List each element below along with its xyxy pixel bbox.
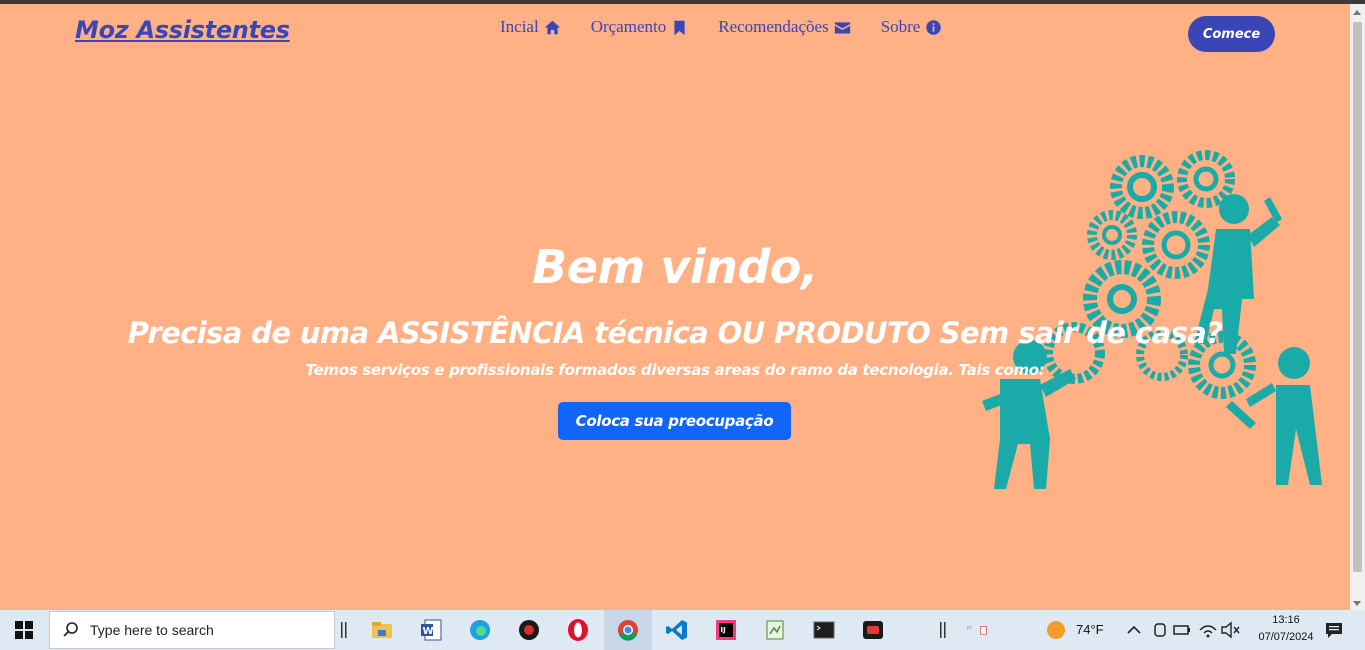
- nav-item-label: Incial: [500, 17, 539, 36]
- nav-item-inicial[interactable]: Incial: [500, 17, 561, 37]
- clock-date[interactable]: 07/07/2024: [1246, 631, 1326, 643]
- vertical-scrollbar[interactable]: [1350, 4, 1365, 610]
- wifi-icon[interactable]: [1196, 616, 1220, 644]
- taskbar-search-box[interactable]: Type here to search: [49, 611, 335, 649]
- start-button[interactable]: Comece: [1188, 16, 1275, 52]
- weather-temperature[interactable]: 74°F: [1076, 622, 1104, 637]
- pinned-tray-icons[interactable]: PT: [958, 616, 998, 644]
- terminal-icon[interactable]: [810, 616, 838, 644]
- scroll-down-arrow-icon[interactable]: [1353, 601, 1361, 606]
- clock-time[interactable]: 13:16: [1263, 614, 1309, 626]
- edge-icon[interactable]: [466, 616, 494, 644]
- meet-now-icon[interactable]: [1148, 616, 1172, 644]
- intellij-icon[interactable]: IJ: [712, 616, 740, 644]
- web-page: Moz Assistentes Incial Orçamento Recomen…: [0, 4, 1350, 610]
- scrollbar-thumb[interactable]: [1353, 22, 1362, 572]
- hero-title: Bem vindo,: [532, 240, 818, 294]
- windows-logo-icon: [15, 621, 33, 639]
- vscode-icon[interactable]: [663, 616, 691, 644]
- chevron-up-icon[interactable]: [1122, 616, 1146, 644]
- bookmark-icon: [674, 20, 685, 35]
- notepad-icon[interactable]: [761, 616, 789, 644]
- nav-item-label: Recomendações: [718, 17, 829, 36]
- info-circle-icon: [926, 19, 942, 35]
- nav-item-recomendacoes[interactable]: Recomendações: [718, 17, 850, 37]
- nav-item-sobre[interactable]: Sobre: [881, 17, 943, 37]
- start-menu-button[interactable]: [0, 610, 48, 650]
- svg-text:W: W: [423, 626, 434, 637]
- search-icon: [63, 622, 78, 637]
- recorder-icon[interactable]: [859, 616, 887, 644]
- brand-logo-link[interactable]: Moz Assistentes: [75, 16, 290, 44]
- notification-center-icon[interactable]: [1320, 616, 1348, 644]
- svg-text:PT: PT: [967, 626, 973, 631]
- separator-icon: [936, 616, 950, 644]
- cta-button[interactable]: Coloca sua preocupação: [558, 402, 791, 440]
- main-nav: Incial Orçamento Recomendações Sobre: [500, 17, 942, 37]
- volume-muted-icon[interactable]: [1218, 616, 1242, 644]
- hero-subtitle: Precisa de uma ASSISTÊNCIA técnica OU PR…: [127, 316, 1223, 350]
- weather-icon[interactable]: [1042, 616, 1070, 644]
- opera-icon[interactable]: [564, 616, 592, 644]
- nav-item-label: Orçamento: [590, 17, 667, 36]
- file-explorer-icon[interactable]: [368, 616, 396, 644]
- home-icon: [544, 20, 560, 34]
- svg-text:IJ: IJ: [721, 626, 726, 634]
- search-placeholder: Type here to search: [90, 622, 214, 638]
- scroll-up-arrow-icon[interactable]: [1353, 10, 1361, 15]
- word-icon[interactable]: W: [417, 616, 445, 644]
- app-icon[interactable]: [515, 616, 543, 644]
- chrome-icon[interactable]: [614, 616, 642, 644]
- windows-taskbar: Type here to search W IJ PT 74°F 13:16 0…: [0, 610, 1365, 650]
- nav-item-orcamento[interactable]: Orçamento: [591, 17, 689, 37]
- task-view-icon[interactable]: [337, 616, 351, 644]
- battery-icon[interactable]: [1170, 616, 1194, 644]
- nav-item-label: Sobre: [880, 17, 921, 36]
- hero-description: Temos serviços e profissionais formados …: [305, 361, 1045, 379]
- envelope-icon: [834, 21, 850, 33]
